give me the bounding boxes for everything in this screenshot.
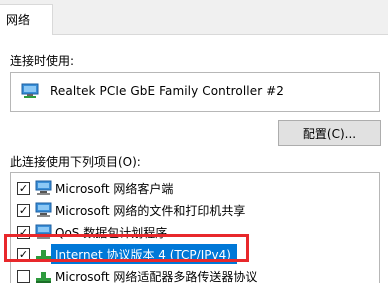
item-label: Internet 协议版本 4 (TCP/IPv4) (55, 248, 231, 262)
network-adapter-icon (21, 83, 39, 98)
adapter-name: Realtek PCIe GbE Family Controller #2 (50, 84, 285, 98)
item-checkbox[interactable]: ✓ (17, 204, 30, 217)
qos-icon (35, 224, 52, 239)
items-list[interactable]: ✓ Microsoft 网络客户端 ✓ Microsoft 网络的文件和打印机共… (10, 172, 380, 283)
network-client-icon (35, 180, 52, 195)
item-checkbox[interactable]: ✓ (17, 182, 30, 195)
file-share-icon (35, 202, 52, 217)
tab-networking[interactable]: 网络 (0, 4, 53, 36)
item-label: Microsoft 网络客户端 (55, 182, 174, 196)
list-item[interactable]: ✓ Microsoft 网络客户端 (11, 178, 379, 198)
list-item[interactable]: ✓ QoS 数据包计划程序 (11, 222, 379, 242)
adapter-box: Realtek PCIe GbE Family Controller #2 (10, 72, 380, 112)
protocol-icon (36, 250, 51, 261)
connect-using-label: 连接时使用: (10, 54, 75, 68)
tab-strip: 网络 (0, 0, 388, 36)
list-item[interactable]: ✓ Microsoft 网络的文件和打印机共享 (11, 200, 379, 220)
properties-panel: 连接时使用: Realtek PCIe GbE Family Controlle… (0, 35, 388, 283)
item-label: QoS 数据包计划程序 (55, 226, 168, 240)
configure-button[interactable]: 配置(C)... (278, 120, 381, 146)
protocol-icon (36, 272, 51, 283)
items-label: 此连接使用下列项目(O): (10, 155, 141, 169)
list-item[interactable]: Microsoft 网络适配器多路传送器协议 (11, 266, 379, 283)
item-checkbox[interactable]: ✓ (17, 248, 30, 261)
item-label: Microsoft 网络适配器多路传送器协议 (55, 270, 258, 283)
list-item-selected[interactable]: ✓ Internet 协议版本 4 (TCP/IPv4) (11, 244, 379, 264)
item-label: Microsoft 网络的文件和打印机共享 (55, 204, 246, 218)
item-checkbox[interactable] (17, 270, 30, 283)
item-checkbox[interactable]: ✓ (17, 226, 30, 239)
